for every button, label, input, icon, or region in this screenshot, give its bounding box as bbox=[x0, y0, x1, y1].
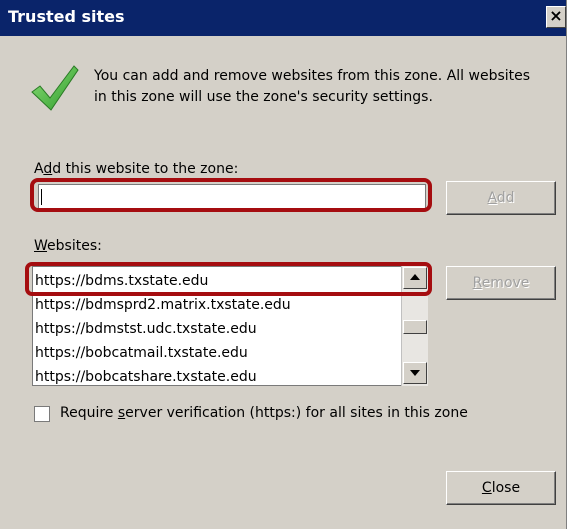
add-button-accel: A bbox=[487, 190, 497, 206]
trusted-sites-dialog: Trusted sites × You can add and remove w… bbox=[0, 0, 567, 529]
scroll-thumb[interactable] bbox=[403, 320, 427, 334]
remove-button-label: emove bbox=[481, 275, 530, 291]
close-icon[interactable]: × bbox=[546, 6, 566, 28]
close-button-accel: C bbox=[481, 480, 492, 496]
scroll-down-button[interactable] bbox=[403, 362, 427, 384]
add-website-label: Add this website to the zone: bbox=[34, 161, 238, 177]
close-button[interactable]: Close bbox=[446, 471, 556, 505]
require-label-pre: Require bbox=[60, 405, 118, 421]
title-bar: Trusted sites × bbox=[0, 0, 566, 36]
websites-label-accel: W bbox=[34, 238, 48, 254]
add-button[interactable]: Add bbox=[446, 181, 556, 215]
info-line-1: You can add and remove websites from thi… bbox=[94, 68, 531, 84]
highlight-add-input bbox=[30, 178, 432, 212]
highlight-selected-site bbox=[25, 262, 432, 296]
require-https-label: Require server verification (https:) for… bbox=[60, 405, 468, 421]
green-checkmark-icon bbox=[31, 65, 79, 111]
add-button-label: dd bbox=[496, 190, 515, 206]
remove-button-accel: R bbox=[472, 275, 482, 291]
dialog-title: Trusted sites bbox=[8, 7, 125, 26]
require-https-checkbox[interactable] bbox=[34, 406, 50, 422]
list-item[interactable]: https://bdmstst.udc.txstate.edu bbox=[35, 317, 257, 341]
info-text: You can add and remove websites from thi… bbox=[94, 66, 564, 108]
list-item[interactable]: https://bdmsprd2.matrix.txstate.edu bbox=[35, 293, 291, 317]
list-item[interactable]: https://bobcatshare.txstate.edu bbox=[35, 365, 257, 385]
close-button-label: lose bbox=[491, 480, 521, 496]
require-label-post: erver verification (https:) for all site… bbox=[125, 405, 468, 421]
add-label-pre: A bbox=[34, 161, 44, 177]
remove-button[interactable]: Remove bbox=[446, 266, 556, 300]
websites-label-text: ebsites: bbox=[47, 238, 102, 254]
websites-label: Websites: bbox=[34, 238, 102, 254]
arrow-down-icon bbox=[410, 370, 420, 376]
list-item[interactable]: https://bobcatmail.txstate.edu bbox=[35, 341, 248, 365]
add-label-accel: d bbox=[43, 161, 53, 177]
info-line-2: in this zone will use the zone's securit… bbox=[94, 89, 433, 105]
add-label-post: d this website to the zone: bbox=[52, 161, 239, 177]
